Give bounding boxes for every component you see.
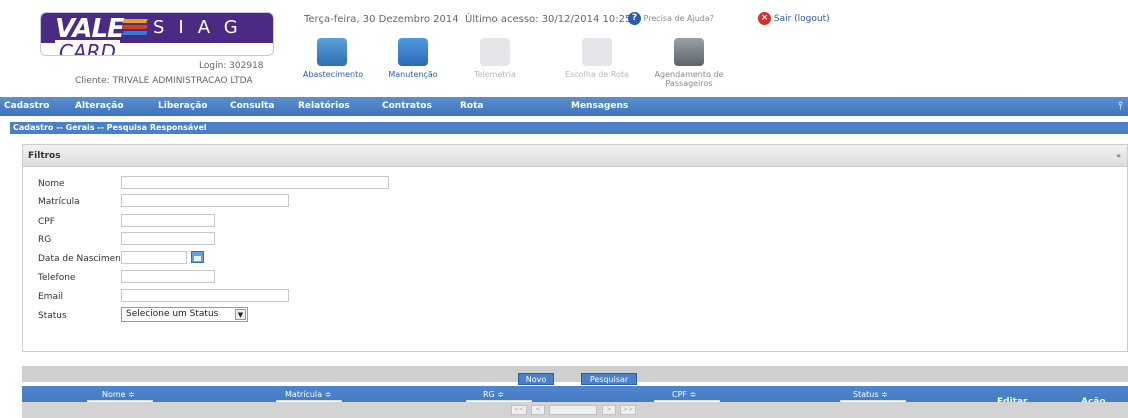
telefone-label: Telefone [38, 273, 76, 283]
col-nome[interactable]: Nome ≑ [102, 390, 135, 399]
signal-icon [480, 38, 510, 66]
email-label: Email [38, 292, 63, 302]
logo-card-text: CARD [55, 40, 120, 55]
action-bar [22, 366, 1128, 382]
menu-contratos[interactable]: Contratos [382, 101, 432, 111]
pager-first-button[interactable]: << [511, 405, 527, 415]
cpf-input[interactable] [121, 214, 215, 227]
last-access: Último acesso: 30/12/2014 10:25 [465, 14, 632, 25]
map-icon [582, 38, 612, 66]
novo-button[interactable]: Novo [518, 373, 554, 385]
filters-panel: Filtros « Nome Matrícula CPF RG Data de … [22, 144, 1128, 352]
menu-mensagens[interactable]: Mensagens [571, 101, 628, 111]
menu-consulta[interactable]: Consulta [230, 101, 274, 111]
toolbar-label: Manutenção [388, 70, 438, 79]
logout-link[interactable]: × Sair (logout) [758, 12, 830, 25]
menu-alteracao[interactable]: Alteração [75, 101, 124, 111]
rg-input[interactable] [121, 232, 215, 245]
toolbar-label: Telemetria [474, 70, 516, 79]
pager-page-field[interactable] [549, 405, 597, 415]
help-icon: ? [628, 12, 641, 25]
status-selected-value: Selecione um Status [126, 309, 219, 319]
toolbar-manutencao[interactable]: Manutenção [381, 38, 445, 79]
status-label: Status [38, 311, 67, 321]
toolbar-escolha-rota[interactable]: Escolha de Rota [562, 38, 632, 79]
toolbar-label: Agendamento de Passageiros [654, 70, 724, 88]
pesquisar-button[interactable]: Pesquisar [581, 373, 637, 385]
toolbar-abastecimento[interactable]: Abastecimento [303, 38, 364, 79]
pager-last-button[interactable]: >> [620, 405, 636, 415]
matricula-label: Matrícula [38, 197, 80, 207]
cpf-label: CPF [38, 217, 55, 227]
col-status[interactable]: Status ≑ [853, 390, 888, 399]
nome-input[interactable] [121, 176, 389, 189]
logo-flag-icon [122, 19, 148, 39]
toolbar-label: Abastecimento [303, 70, 364, 79]
menu-cadastro[interactable]: Cadastro [4, 101, 49, 111]
col-matricula[interactable]: Matrícula ≑ [285, 390, 331, 399]
menu-liberacao[interactable]: Liberação [158, 101, 207, 111]
help-link[interactable]: ? Precisa de Ajuda? [628, 12, 714, 25]
menu-rota[interactable]: Rota [460, 101, 484, 111]
logo-siag-text: SIAG [153, 17, 252, 38]
filters-title: Filtros [28, 151, 61, 161]
help-label: Precisa de Ajuda? [643, 14, 715, 23]
toolbar-telemetria[interactable]: Telemetria [468, 38, 522, 79]
valecard-siag-logo: VALE CARD SIAG [40, 12, 274, 56]
login-info: Login: 302918 [199, 61, 264, 71]
collapse-icon[interactable]: « [1116, 151, 1121, 160]
rg-label: RG [38, 235, 52, 245]
email-input[interactable] [121, 289, 289, 302]
close-icon: × [758, 12, 771, 25]
status-select[interactable]: Selecione um Status ▼ [121, 307, 248, 322]
telefone-input[interactable] [121, 270, 215, 283]
client-info: Cliente: TRIVALE ADMINISTRACAO LTDA [75, 76, 253, 86]
col-rg[interactable]: RG ≑ [483, 390, 504, 399]
pin-icon[interactable]: ⫯ [1118, 99, 1123, 113]
main-menu: Cadastro Alteração Liberação Consulta Re… [0, 97, 1128, 116]
filters-header: Filtros « [23, 145, 1127, 167]
chevron-down-icon: ▼ [235, 309, 246, 320]
breadcrumb: Cadastro -- Gerais -- Pesquisa Responsáv… [10, 122, 1128, 134]
logout-label: Sair (logout) [773, 14, 830, 24]
pager-prev-button[interactable]: < [531, 405, 545, 415]
current-date: Terça-feira, 30 Dezembro 2014 [304, 14, 459, 25]
col-cpf[interactable]: CPF ≑ [672, 390, 696, 399]
matricula-input[interactable] [121, 194, 289, 207]
header: VALE CARD SIAG Login: 302918 Cliente: TR… [0, 0, 1128, 96]
wrench-icon [398, 38, 428, 66]
toolbar-agendamento[interactable]: Agendamento de Passageiros [653, 38, 725, 88]
toolbar-label: Escolha de Rota [565, 70, 629, 79]
calendar-icon[interactable] [191, 251, 204, 263]
fuel-icon [317, 38, 347, 66]
pager-next-button[interactable]: > [602, 405, 616, 415]
nome-label: Nome [38, 179, 65, 189]
data-nascimento-input[interactable] [121, 251, 187, 264]
data-nascimento-label: Data de Nascimento [38, 254, 130, 264]
bus-icon [674, 38, 704, 66]
menu-relatorios[interactable]: Relatórios [298, 101, 350, 111]
